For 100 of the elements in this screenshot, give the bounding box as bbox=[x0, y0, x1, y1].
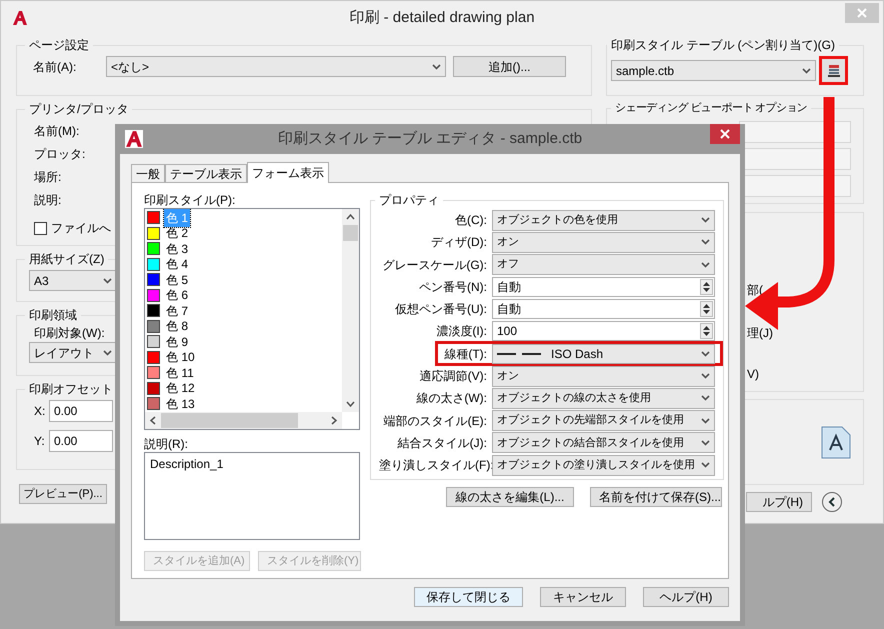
group-title: プリンタ/プロッタ bbox=[28, 101, 130, 118]
app-logo-icon bbox=[125, 130, 143, 148]
group-title: 用紙サイズ(Z) bbox=[28, 251, 106, 268]
dash-pattern-icon bbox=[497, 352, 541, 355]
group-title: 印刷オフセット bbox=[28, 381, 114, 398]
field-label: 印刷対象(W): bbox=[33, 325, 105, 342]
linetype-dropdown[interactable]: ISO Dash bbox=[492, 344, 715, 364]
list-item[interactable]: 色 8 bbox=[164, 317, 190, 336]
window-title: 印刷 - detailed drawing plan bbox=[349, 8, 535, 28]
close-button[interactable] bbox=[710, 124, 740, 144]
scroll-thumb[interactable] bbox=[343, 225, 358, 241]
list-item[interactable]: 色 4 bbox=[164, 255, 190, 274]
chevron-down-icon bbox=[701, 418, 710, 424]
dialog-button[interactable]: ヘルプ(H) bbox=[643, 587, 729, 607]
chevron-down-icon bbox=[701, 373, 710, 380]
property-dropdown[interactable]: オン bbox=[492, 366, 715, 387]
option-label: V) bbox=[747, 366, 760, 382]
list-item[interactable]: 色 10 bbox=[164, 348, 197, 366]
plot-area-dropdown[interactable]: レイアウト bbox=[29, 342, 117, 363]
spin-arrows-icon bbox=[700, 301, 713, 318]
tab[interactable]: 一般 bbox=[131, 164, 165, 182]
list-item[interactable]: 色 6 bbox=[164, 286, 190, 304]
list-item[interactable]: 色 2 bbox=[164, 224, 190, 242]
list-item[interactable]: 色 3 bbox=[164, 240, 190, 258]
property-dropdown[interactable]: オブジェクトの線の太さを使用 bbox=[492, 388, 715, 409]
checkbox-label: ファイルへ bbox=[51, 220, 111, 237]
vertical-scrollbar[interactable] bbox=[342, 209, 359, 412]
field-label: Y: bbox=[33, 433, 46, 450]
field-label: 線種(T): bbox=[443, 346, 488, 363]
field-label: 説明(R): bbox=[144, 436, 189, 452]
preview-button[interactable]: プレビュー(P)... bbox=[19, 484, 107, 504]
property-dropdown[interactable]: オブジェクトの結合部スタイルを使用 bbox=[492, 432, 715, 454]
option-label: 理(J) bbox=[747, 325, 774, 341]
group-title: ページ設定 bbox=[28, 37, 90, 54]
field-label: 塗り潰しスタイル(F): bbox=[379, 457, 492, 474]
chevron-down-icon bbox=[802, 68, 811, 74]
field-label: 線の太さ(W): bbox=[415, 390, 488, 408]
property-dropdown[interactable]: オブジェクトの塗り潰しスタイルを使用 bbox=[492, 454, 715, 476]
list-item[interactable]: 色 12 bbox=[164, 379, 197, 398]
description-box[interactable]: Description_1 bbox=[144, 452, 360, 540]
collapse-button[interactable] bbox=[822, 492, 842, 512]
spin-arrows-icon bbox=[700, 278, 713, 295]
plot-style-dropdown[interactable]: sample.ctb bbox=[611, 60, 816, 81]
field-label: 適応調節(V): bbox=[418, 368, 488, 386]
edit-lineweights-button[interactable]: 線の太さを編集(L)... bbox=[446, 487, 574, 507]
property-dropdown[interactable]: オフ bbox=[492, 254, 715, 276]
spinner-field[interactable]: 自動 bbox=[492, 299, 715, 320]
chevron-down-icon bbox=[701, 217, 710, 223]
close-icon bbox=[720, 129, 730, 139]
chevron-down-icon bbox=[103, 350, 112, 356]
group-title: シェーディング ビューポート オプション bbox=[614, 100, 808, 116]
list-item[interactable]: 色 9 bbox=[164, 332, 190, 351]
field-label: 結合スタイル(J): bbox=[396, 434, 488, 452]
property-dropdown[interactable]: オン bbox=[492, 232, 715, 253]
group-title: 印刷スタイル テーブル (ペン割り当て)(G) bbox=[610, 37, 836, 54]
style-list[interactable]: 色 1 色 2 色 3 色 4 色 5 色 6 色 7 色 8 色 9 色 10 色 11 色 12 色 13 bbox=[144, 208, 360, 430]
chevron-down-icon bbox=[701, 462, 710, 468]
list-item[interactable]: 色 13 bbox=[164, 394, 197, 412]
spinner-field[interactable]: 100 bbox=[492, 321, 715, 342]
file-output-checkbox[interactable] bbox=[34, 222, 47, 234]
chevron-down-icon bbox=[701, 350, 710, 357]
field-label: 印刷スタイル(P): bbox=[144, 192, 236, 208]
help-button[interactable]: ルプ(H) bbox=[746, 492, 812, 512]
offset-input[interactable]: 0.00 bbox=[49, 430, 113, 452]
window-title: 印刷スタイル テーブル エディタ - sample.ctb bbox=[278, 128, 582, 149]
field-label: 説明: bbox=[33, 192, 62, 209]
list-item[interactable]: 色 7 bbox=[164, 302, 190, 320]
chevron-left-icon bbox=[828, 497, 836, 507]
dialog-button[interactable]: 保存して閉じる bbox=[414, 587, 523, 607]
field-label: X: bbox=[33, 403, 46, 420]
horizontal-scrollbar[interactable] bbox=[145, 412, 342, 429]
close-icon bbox=[857, 8, 867, 18]
dialog-button[interactable]: キャンセル bbox=[540, 587, 626, 607]
add-button[interactable]: 追加()... bbox=[453, 56, 566, 77]
field-label: グレースケール(G): bbox=[381, 256, 488, 274]
group-title: 印刷領域 bbox=[28, 307, 78, 324]
chevron-down-icon bbox=[701, 395, 710, 402]
field-label: ディザ(D): bbox=[430, 234, 488, 252]
edit-style-button[interactable] bbox=[819, 56, 848, 85]
list-item[interactable]: 色 5 bbox=[164, 270, 190, 289]
chevron-down-icon bbox=[701, 239, 710, 246]
group-title: プロパティ bbox=[378, 192, 440, 209]
page-setup-dropdown[interactable]: <なし> bbox=[106, 56, 446, 77]
app-logo-icon bbox=[11, 9, 29, 27]
table-edit-icon bbox=[826, 62, 842, 78]
paper-size-dropdown[interactable]: A3 bbox=[29, 270, 117, 291]
chevron-down-icon bbox=[701, 262, 710, 268]
offset-input[interactable]: 0.00 bbox=[49, 400, 113, 422]
spinner-field[interactable]: 自動 bbox=[492, 276, 715, 297]
field-label: 仮想ペン番号(U): bbox=[394, 301, 488, 318]
property-dropdown[interactable]: オブジェクトの色を使用 bbox=[492, 210, 715, 230]
field-label: 濃淡度(I): bbox=[435, 323, 488, 340]
list-item[interactable]: 色 11 bbox=[164, 364, 196, 382]
tab[interactable]: フォーム表示 bbox=[247, 162, 329, 183]
property-dropdown[interactable]: オブジェクトの先端部スタイルを使用 bbox=[492, 410, 715, 432]
field-label: 名前(A): bbox=[32, 58, 78, 76]
tab[interactable]: テーブル表示 bbox=[165, 164, 247, 182]
field-label: ペン番号(N): bbox=[418, 278, 488, 296]
save-as-button[interactable]: 名前を付けて保存(S)... bbox=[590, 487, 722, 507]
scroll-thumb[interactable] bbox=[161, 413, 298, 428]
